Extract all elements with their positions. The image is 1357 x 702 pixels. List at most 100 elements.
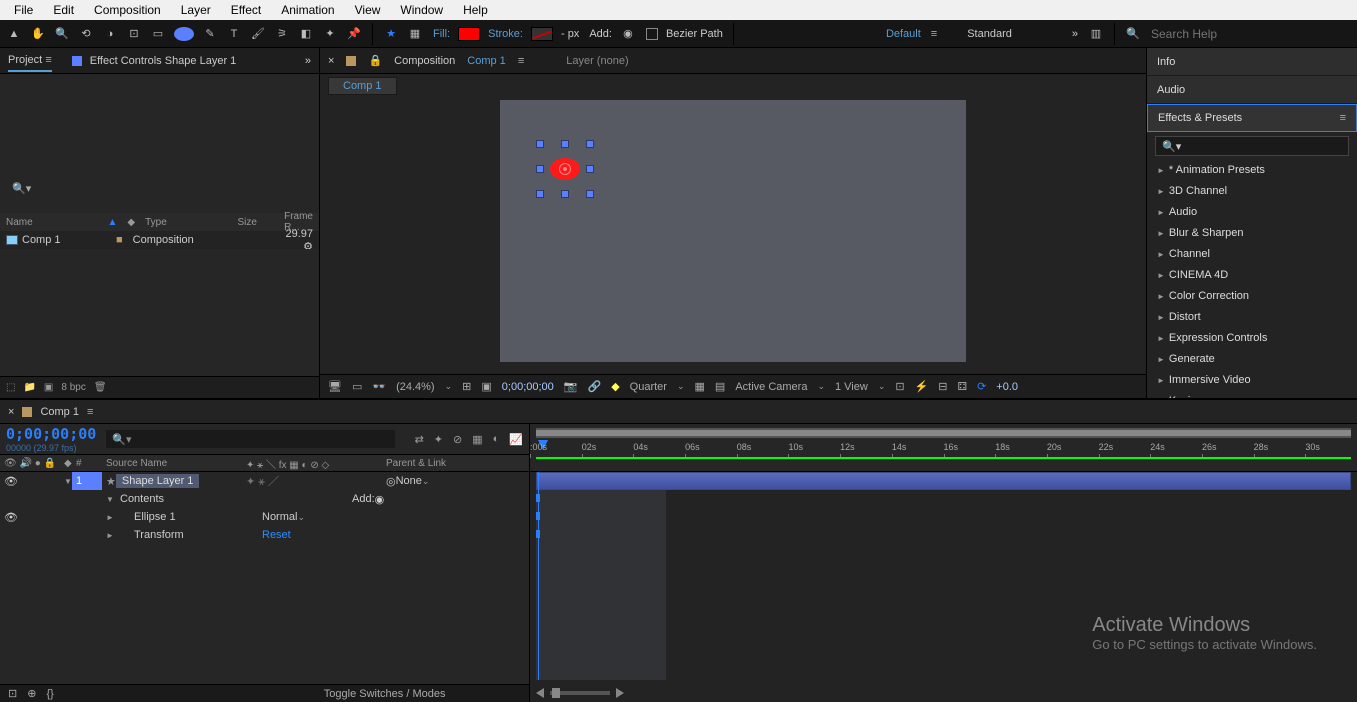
anchor-point-icon[interactable] — [559, 163, 571, 175]
project-search[interactable]: 🔍▾ — [6, 180, 313, 197]
zoom-tool-icon[interactable]: 🔍 — [54, 26, 70, 42]
panel-audio[interactable]: Audio — [1147, 76, 1357, 104]
transform-reset[interactable]: Reset — [258, 526, 295, 544]
ep-item-keying[interactable]: Keying — [1147, 391, 1357, 398]
footer-icon-1[interactable]: ⊡ — [8, 687, 17, 700]
star-icon[interactable]: ★ — [383, 26, 399, 42]
screen-icon[interactable]: ▥ — [1088, 26, 1104, 42]
col-size[interactable]: Size — [237, 217, 274, 228]
flowchart-icon[interactable]: ⚃ — [958, 380, 968, 393]
motion-blur-icon[interactable]: ◐ — [493, 433, 500, 445]
layer-contents[interactable]: ▼ Contents Add: ◉ — [0, 490, 529, 508]
overflow-icon[interactable]: » — [1072, 28, 1078, 40]
reset-exposure-icon[interactable]: ⟳ — [977, 380, 986, 393]
mask-tool-icon[interactable]: ▭ — [150, 26, 166, 42]
panel-effects-presets[interactable]: Effects & Presets≡ — [1147, 104, 1357, 132]
camera-tool-icon[interactable]: ◑ — [102, 26, 118, 42]
menu-window[interactable]: Window — [390, 1, 453, 19]
brush-tool-icon[interactable]: 🖌 — [250, 26, 266, 42]
region-icon[interactable]: ▣ — [481, 380, 491, 393]
ep-item-expression-controls[interactable]: Expression Controls — [1147, 328, 1357, 349]
channel-icon[interactable]: 🔗 — [587, 380, 601, 393]
timeline-track-area[interactable]: :00s02s04s06s08s10s12s14s16s18s20s22s24s… — [530, 424, 1357, 702]
bezier-checkbox[interactable] — [646, 28, 658, 40]
ep-item-cinema4d[interactable]: CINEMA 4D — [1147, 265, 1357, 286]
timeline-tab-menu-icon[interactable]: ≡ — [87, 406, 93, 418]
type-tool-icon[interactable]: T — [226, 26, 242, 42]
ep-item-audio[interactable]: Audio — [1147, 202, 1357, 223]
stroke-color-swatch[interactable] — [531, 27, 553, 41]
shape-tool-icon[interactable] — [174, 27, 194, 41]
zoom-slider[interactable] — [550, 691, 610, 695]
display-icon[interactable]: ▭ — [352, 380, 362, 393]
stroke-label[interactable]: Stroke: — [488, 28, 523, 40]
tab-effect-controls[interactable]: Effect Controls Shape Layer 1 — [72, 51, 237, 71]
goggle-icon[interactable]: 👓 — [372, 380, 386, 393]
draft3d-icon[interactable]: ✦ — [434, 433, 443, 446]
comp-mini-flowchart-icon[interactable]: ⇄ — [415, 433, 424, 446]
pen-tool-icon[interactable]: ✎ — [202, 26, 218, 42]
col-name[interactable]: Name — [6, 217, 98, 228]
footer-icon-3[interactable]: {} — [46, 688, 53, 700]
layer-none-tab[interactable]: Layer (none) — [566, 55, 628, 67]
camera-dropdown[interactable]: Active Camera — [735, 381, 807, 393]
pixel-aspect-icon[interactable]: ⊡ — [895, 380, 904, 393]
trash-icon[interactable]: 🗑 — [94, 382, 107, 393]
hide-shy-icon[interactable]: ⊘ — [453, 433, 462, 446]
menu-composition[interactable]: Composition — [84, 1, 171, 19]
workspace-default[interactable]: Default — [886, 28, 921, 40]
lock-icon[interactable]: 🔒 — [368, 54, 382, 67]
ep-item-channel[interactable]: Channel — [1147, 244, 1357, 265]
ep-item-blur-sharpen[interactable]: Blur & Sharpen — [1147, 223, 1357, 244]
contents-add-icon[interactable]: ◉ — [375, 493, 385, 506]
layer-transform[interactable]: ► Transform Reset — [0, 526, 529, 544]
color-mgmt-icon[interactable]: ◆ — [611, 380, 619, 393]
guides-icon[interactable]: ▤ — [715, 380, 725, 393]
shape-bounding-box[interactable] — [540, 144, 590, 194]
layer-duration-bar[interactable] — [536, 472, 1351, 490]
menu-animation[interactable]: Animation — [271, 1, 344, 19]
comp-tab-menu-icon[interactable]: ≡ — [518, 55, 524, 67]
timeline-icon[interactable]: ⊟ — [938, 380, 947, 393]
folder-icon[interactable]: 📁 — [23, 382, 35, 393]
workspace-standard[interactable]: Standard — [967, 28, 1012, 40]
timeline-search[interactable]: 🔍▾ — [106, 430, 394, 448]
footer-icon-2[interactable]: ⊕ — [27, 687, 36, 700]
timeline-tab[interactable]: Comp 1 — [40, 406, 79, 418]
menu-layer[interactable]: Layer — [171, 1, 221, 19]
zoom-value[interactable]: (24.4%) — [396, 381, 435, 393]
zoom-in-icon[interactable] — [616, 688, 624, 698]
monitor-icon[interactable]: 🖥 — [328, 380, 342, 393]
menu-view[interactable]: View — [345, 1, 391, 19]
panel-info[interactable]: Info — [1147, 48, 1357, 76]
current-time[interactable]: 0;00;00;00 — [502, 381, 554, 393]
pan-behind-tool-icon[interactable]: ⊡ — [126, 26, 142, 42]
ep-item-animation-presets[interactable]: * Animation Presets — [1147, 160, 1357, 181]
layer-row-shape1[interactable]: 👁 ▼ 1 ★ Shape Layer 1 ✦ ⚹ ／ ◎ None ⌄ — [0, 472, 529, 490]
roto-tool-icon[interactable]: ✦ — [322, 26, 338, 42]
zoom-out-icon[interactable] — [536, 688, 544, 698]
frame-blend-icon[interactable]: ▦ — [472, 433, 482, 446]
graph-editor-icon[interactable]: 📈 — [509, 433, 523, 446]
col-type[interactable]: Type — [145, 217, 227, 228]
ep-item-color-correction[interactable]: Color Correction — [1147, 286, 1357, 307]
comp-nested-tab[interactable]: Comp 1 — [328, 77, 397, 95]
asset-row-comp1[interactable]: Comp 1 ■ Composition 29.97 ⚙ — [0, 231, 319, 249]
panel-overflow-icon[interactable]: » — [305, 55, 311, 67]
fill-color-swatch[interactable] — [458, 27, 480, 41]
ep-item-generate[interactable]: Generate — [1147, 349, 1357, 370]
composition-viewer[interactable] — [320, 98, 1146, 374]
menu-file[interactable]: File — [4, 1, 43, 19]
grid-icon[interactable]: ▦ — [695, 380, 705, 393]
search-help-input[interactable] — [1151, 27, 1351, 41]
fill-label[interactable]: Fill: — [433, 28, 450, 40]
menu-edit[interactable]: Edit — [43, 1, 84, 19]
hand-tool-icon[interactable]: ✋ — [30, 26, 46, 42]
workspace-menu-icon[interactable]: ≡ — [931, 28, 937, 40]
tab-project[interactable]: Project ≡ — [8, 50, 52, 72]
work-area-bar[interactable] — [536, 430, 1351, 436]
comp-new-icon[interactable]: ▣ — [44, 382, 53, 393]
ep-menu-icon[interactable]: ≡ — [1340, 112, 1346, 124]
ep-item-distort[interactable]: Distort — [1147, 307, 1357, 328]
comp-tab-name[interactable]: Comp 1 — [467, 55, 506, 67]
